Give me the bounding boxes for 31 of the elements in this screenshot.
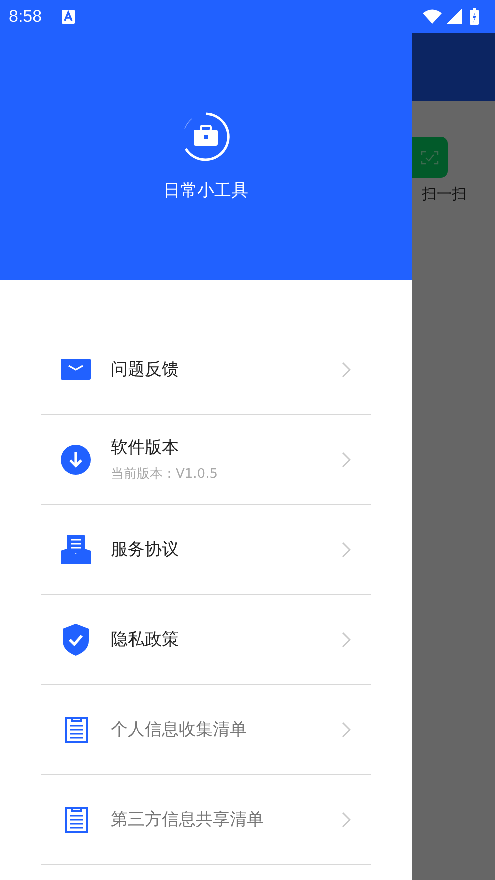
menu-item[interactable]: 服务协议 — [41, 505, 371, 595]
keyboard-notification-icon — [62, 10, 76, 24]
chevron-right-icon — [342, 632, 351, 648]
menu-item-label: 问题反馈 — [111, 359, 180, 381]
menu-item[interactable]: 问题反馈 — [41, 325, 371, 415]
menu-item-label: 服务协议 — [111, 539, 180, 561]
signal-icon — [447, 9, 462, 24]
status-time: 8:58 — [9, 6, 42, 26]
envelope-icon — [61, 358, 91, 380]
scan-icon — [421, 150, 439, 164]
chevron-right-icon — [342, 452, 351, 468]
app-name: 日常小工具 — [164, 180, 248, 202]
menu-item-label: 个人信息收集清单 — [111, 719, 248, 741]
scan-label: 扫一扫 — [421, 185, 468, 204]
menu-item[interactable]: 隐私政策 — [41, 595, 371, 685]
menu-item-label: 第三方信息共享清单 — [111, 809, 265, 831]
wifi-icon — [423, 9, 442, 24]
chevron-right-icon — [342, 362, 351, 378]
menu-item[interactable]: 软件版本 当前版本：V1.0.5 — [41, 415, 371, 505]
chevron-right-icon — [342, 812, 351, 828]
menu-item-label: 隐私政策 — [111, 629, 180, 651]
menu-item-label: 软件版本 — [111, 437, 180, 459]
version-text: 当前版本：V1.0.5 — [111, 466, 219, 483]
chevron-right-icon — [342, 542, 351, 558]
document-tray-icon — [61, 534, 91, 564]
menu-item[interactable]: 第三方信息共享清单 — [41, 775, 371, 865]
battery-icon — [470, 8, 479, 25]
download-icon — [61, 444, 91, 474]
chevron-right-icon — [342, 722, 351, 738]
menu-item[interactable]: 个人信息收集清单 — [41, 685, 371, 775]
shield-check-icon — [61, 624, 91, 656]
